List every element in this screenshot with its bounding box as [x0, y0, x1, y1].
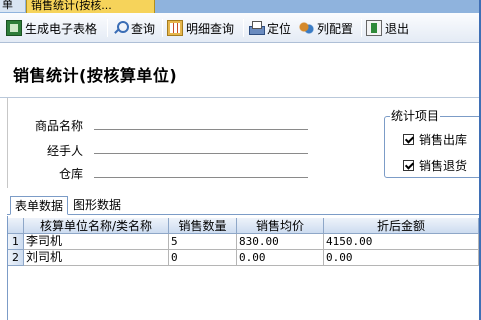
- sales-return-checkbox[interactable]: [403, 160, 414, 171]
- column-header-avg-price[interactable]: 销售均价: [237, 218, 324, 234]
- sales-out-checkbox-row[interactable]: 销售出库: [403, 131, 467, 148]
- warehouse-field[interactable]: [94, 177, 308, 178]
- toolbar: 生成电子表格 查询 明细查询 定位 列配置 退出: [0, 13, 481, 43]
- exit-label: 退出: [385, 21, 410, 36]
- column-header-unit-name[interactable]: 核算单位名称/类名称: [24, 218, 169, 234]
- excel-icon: [6, 20, 22, 36]
- page-title: 销售统计(按核算单位): [13, 66, 178, 85]
- column-header-quantity[interactable]: 销售数量: [169, 218, 237, 234]
- search-icon: [112, 20, 129, 36]
- sales-out-checkbox[interactable]: [403, 134, 414, 145]
- locate-button[interactable]: 定位: [248, 19, 291, 37]
- title-panel: 销售统计(按核算单位): [0, 44, 481, 98]
- locate-label: 定位: [267, 21, 292, 36]
- exit-icon: [366, 20, 382, 36]
- detail-query-label: 明细查询: [186, 21, 235, 36]
- row-number[interactable]: 1: [8, 234, 24, 250]
- sales-return-label: 销售退货: [419, 159, 468, 173]
- table-cell-amount[interactable]: 4150.00: [324, 234, 479, 250]
- product-name-label: 商品名称: [34, 119, 83, 133]
- table-cell-name[interactable]: 李司机: [24, 234, 169, 250]
- tab-chart-data[interactable]: 图形数据: [69, 196, 125, 215]
- generate-spreadsheet-button[interactable]: 生成电子表格: [6, 19, 97, 37]
- warehouse-label: 仓库: [58, 167, 83, 181]
- tab-previous[interactable]: 单: [0, 0, 25, 12]
- columns-icon: [298, 20, 314, 36]
- handler-label: 经手人: [46, 144, 83, 158]
- view-tabs: 表单数据 图形数据: [7, 196, 481, 215]
- toolbar-separator: [107, 19, 108, 37]
- sales-return-checkbox-row[interactable]: 销售退货: [403, 157, 467, 174]
- tab-form-data[interactable]: 表单数据: [10, 196, 69, 215]
- handler-field[interactable]: [94, 153, 308, 154]
- table-cell-price[interactable]: 0.00: [237, 250, 324, 266]
- table-cell-name[interactable]: 刘司机: [24, 250, 169, 266]
- table-cell-price[interactable]: 830.00: [237, 234, 324, 250]
- table-cell-quantity[interactable]: 0: [169, 250, 237, 266]
- column-header-amount[interactable]: 折后金额: [324, 218, 479, 234]
- sales-out-label: 销售出库: [419, 133, 468, 147]
- printer-icon: [248, 20, 265, 36]
- table-cell-amount[interactable]: 0.00: [324, 250, 479, 266]
- exit-button[interactable]: 退出: [366, 19, 409, 37]
- toolbar-separator: [162, 19, 163, 37]
- column-config-label: 列配置: [317, 21, 354, 36]
- grid-corner: [8, 218, 24, 234]
- toolbar-separator: [243, 19, 244, 37]
- statistics-items-legend: 统计项目: [390, 109, 441, 123]
- statistics-items-group: 统计项目 销售出库 销售退货: [384, 109, 481, 178]
- data-grid: 核算单位名称/类名称 销售数量 销售均价 折后金额 1 李司机 5 830.00…: [7, 216, 481, 320]
- column-config-button[interactable]: 列配置: [298, 19, 353, 37]
- document-tab-strip: 单 销售统计(按核...: [0, 0, 481, 13]
- table-cell-quantity[interactable]: 5: [169, 234, 237, 250]
- product-name-field[interactable]: [94, 129, 308, 130]
- generate-spreadsheet-label: 生成电子表格: [25, 21, 98, 36]
- row-number[interactable]: 2: [8, 250, 24, 266]
- tab-sales-statistics[interactable]: 销售统计(按核...: [26, 0, 155, 13]
- toolbar-separator: [361, 19, 362, 37]
- grid-icon: [167, 20, 183, 36]
- query-label: 查询: [131, 21, 156, 36]
- query-button[interactable]: 查询: [112, 19, 155, 37]
- detail-query-button[interactable]: 明细查询: [167, 19, 234, 37]
